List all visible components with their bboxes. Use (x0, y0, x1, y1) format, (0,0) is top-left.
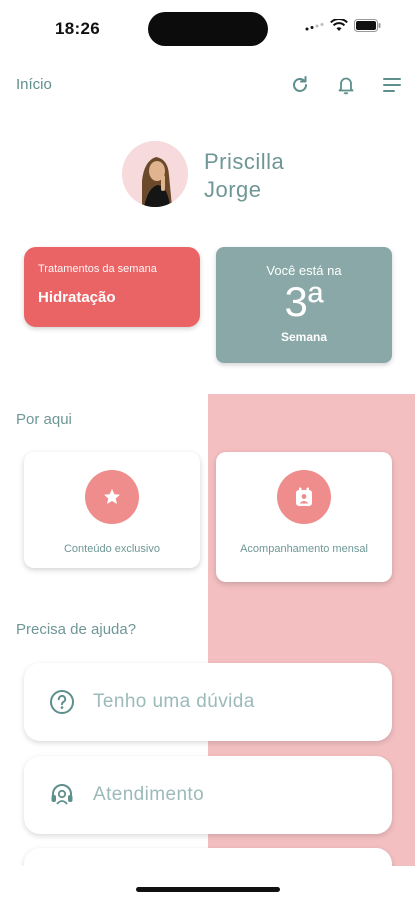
exclusive-content-label: Conteúdo exclusivo (63, 543, 160, 555)
bell-icon[interactable] (334, 73, 358, 97)
profile-last-name: Jorge (204, 177, 262, 202)
wifi-icon (330, 19, 348, 31)
week-number: 3ª (284, 278, 324, 325)
avatar[interactable] (122, 141, 188, 207)
current-week-card: Você está na 3ª Semana (216, 247, 392, 363)
signal-icon (305, 22, 324, 30)
week-label: Semana (280, 330, 328, 344)
support-button[interactable]: Atendimento (24, 756, 392, 834)
status-bar: 18:26 (0, 0, 415, 56)
headset-icon (51, 784, 73, 805)
star-icon (104, 489, 120, 504)
section-title-ajuda: Precisa de ajuda? (16, 621, 137, 638)
dynamic-island (148, 12, 268, 46)
question-icon (50, 690, 74, 714)
monthly-tracking-card[interactable]: Acompanhamento mensal (216, 452, 392, 582)
weekly-treatments-card[interactable]: Tratamentos da semana Hidratação (24, 247, 200, 327)
treatments-value: Hidratação (38, 289, 116, 306)
feature-icon-circle (277, 470, 331, 524)
profile-first-name: Priscilla (204, 149, 285, 174)
refresh-icon[interactable] (288, 73, 312, 97)
calendar-person-icon (296, 487, 312, 506)
home-indicator[interactable] (136, 887, 280, 892)
avatar-photo (122, 141, 188, 207)
page-title: Início (16, 76, 52, 93)
question-button[interactable]: Tenho uma dúvida (24, 663, 392, 741)
week-intro-text: Você está na (266, 263, 342, 278)
support-button-label: Atendimento (93, 784, 205, 805)
feature-icon-circle (85, 470, 139, 524)
battery-icon (354, 19, 381, 32)
status-time: 18:26 (55, 19, 100, 38)
question-button-label: Tenho uma dúvida (93, 691, 255, 712)
treatments-label: Tratamentos da semana (38, 263, 157, 275)
monthly-tracking-label: Acompanhamento mensal (240, 543, 368, 555)
bottom-safe-area (0, 866, 415, 900)
status-icons (304, 19, 381, 32)
section-title-por-aqui: Por aqui (16, 411, 72, 428)
profile-name: Priscilla Jorge (204, 148, 284, 204)
menu-icon[interactable] (380, 73, 404, 97)
exclusive-content-card[interactable]: Conteúdo exclusivo (24, 452, 200, 568)
